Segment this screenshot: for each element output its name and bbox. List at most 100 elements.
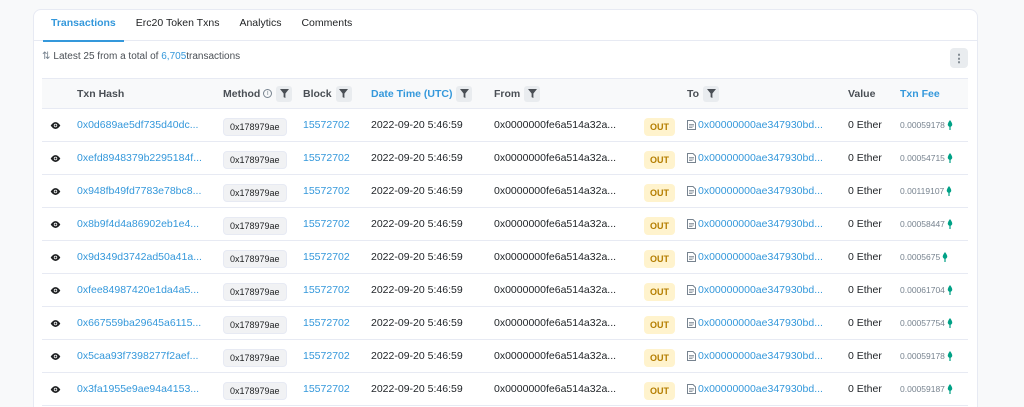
- row-hash-cell: 0x5caa93f7398277f2aef...: [74, 339, 220, 373]
- out-badge: OUT: [644, 381, 675, 400]
- to-address-link[interactable]: 0x00000000ae347930bd...: [698, 251, 823, 263]
- summary-count-link[interactable]: 6,705: [161, 51, 186, 62]
- to-address-link[interactable]: 0x00000000ae347930bd...: [698, 185, 823, 197]
- contract-doc-icon: [687, 384, 696, 394]
- txn-hash-link[interactable]: 0x5caa93f7398277f2aef...: [77, 350, 198, 362]
- row-from-cell: 0x0000000fe6a514a32a...: [491, 339, 641, 373]
- out-badge: OUT: [644, 216, 675, 235]
- row-fee-cell: 0.00059178: [897, 339, 968, 373]
- view-details-button[interactable]: [45, 181, 65, 201]
- method-badge: 0x178979ae: [223, 250, 287, 268]
- row-method-cell: 0x178979ae: [220, 273, 300, 307]
- contract-doc-icon: [687, 318, 696, 328]
- header-datetime-label[interactable]: Date Time (UTC): [371, 87, 452, 99]
- block-link[interactable]: 15572702: [303, 185, 350, 197]
- txn-hash-link[interactable]: 0x667559ba29645a6115...: [77, 317, 201, 329]
- txn-hash-link[interactable]: 0x9d349d3742ad50a41a...: [77, 251, 202, 263]
- block-filter-button[interactable]: [335, 85, 352, 102]
- block-link[interactable]: 15572702: [303, 383, 350, 395]
- tab-transactions[interactable]: Transactions: [43, 10, 124, 42]
- view-details-button[interactable]: [45, 148, 65, 168]
- summary-prefix: Latest 25 from a total of: [53, 51, 159, 62]
- method-badge: 0x178979ae: [223, 382, 287, 400]
- row-from-cell: 0x0000000fe6a514a32a...: [491, 240, 641, 274]
- row-method-cell: 0x178979ae: [220, 306, 300, 340]
- header-txn-fee[interactable]: Txn Fee: [897, 78, 968, 109]
- view-details-button[interactable]: [45, 214, 65, 234]
- row-block-cell: 15572702: [300, 273, 368, 307]
- view-details-button[interactable]: [45, 379, 65, 399]
- header-from: From: [491, 78, 641, 109]
- block-link[interactable]: 15572702: [303, 119, 350, 131]
- to-address-link[interactable]: 0x00000000ae347930bd...: [698, 284, 823, 296]
- contract-doc-icon: [687, 153, 696, 163]
- block-link[interactable]: 15572702: [303, 251, 350, 263]
- row-fee-cell: 0.00061704: [897, 273, 968, 307]
- contract-doc-icon: [687, 285, 696, 295]
- to-address-link[interactable]: 0x00000000ae347930bd...: [698, 317, 823, 329]
- view-details-button[interactable]: [45, 313, 65, 333]
- out-badge: OUT: [644, 282, 675, 301]
- out-badge: OUT: [644, 150, 675, 169]
- filter-icon: [279, 89, 289, 98]
- from-filter-button[interactable]: [524, 85, 541, 102]
- to-filter-button[interactable]: [703, 85, 720, 102]
- out-badge: OUT: [644, 249, 675, 268]
- block-link[interactable]: 15572702: [303, 152, 350, 164]
- row-value-cell: 0 Ether: [845, 141, 897, 175]
- row-eye-cell: [42, 108, 74, 142]
- sort-icon: ⇅: [42, 51, 51, 62]
- table-row: 0x3fa1955e9ae94a4153... 0x178979ae 15572…: [42, 372, 968, 406]
- filter-icon: [706, 89, 716, 98]
- row-fee-cell: 0.00059178: [897, 108, 968, 142]
- eye-icon: [50, 220, 60, 228]
- contract-doc-icon: [687, 219, 696, 229]
- to-address-link[interactable]: 0x00000000ae347930bd...: [698, 119, 823, 131]
- txn-fee-value: 0.00058447: [900, 219, 945, 229]
- row-eye-cell: [42, 273, 74, 307]
- txn-fee-value: 0.00059187: [900, 384, 945, 394]
- to-address-link[interactable]: 0x00000000ae347930bd...: [698, 218, 823, 230]
- row-eye-cell: [42, 306, 74, 340]
- row-fee-cell: 0.00058447: [897, 207, 968, 241]
- method-filter-button[interactable]: [276, 85, 293, 102]
- row-time-cell: 2022-09-20 5:46:59: [368, 207, 491, 241]
- txn-hash-link[interactable]: 0xfee84987420e1da4a5...: [77, 284, 199, 296]
- view-details-button[interactable]: [45, 280, 65, 300]
- txn-hash-link[interactable]: 0x948fb49fd7783e78bc8...: [77, 185, 201, 197]
- tab-erc20-token-txns[interactable]: Erc20 Token Txns: [128, 10, 228, 41]
- row-to-cell: 0x00000000ae347930bd...: [684, 174, 845, 208]
- row-time-cell: 2022-09-20 5:46:59: [368, 306, 491, 340]
- view-details-button[interactable]: [45, 346, 65, 366]
- row-from-cell: 0x0000000fe6a514a32a...: [491, 174, 641, 208]
- view-details-button[interactable]: [45, 115, 65, 135]
- more-vertical-icon: ⋮: [953, 52, 965, 65]
- txn-hash-link[interactable]: 0x0d689ae5df735d40dc...: [77, 119, 198, 131]
- contract-doc-icon: [687, 186, 696, 196]
- to-address-link[interactable]: 0x00000000ae347930bd...: [698, 383, 823, 395]
- tab-comments[interactable]: Comments: [293, 10, 360, 41]
- summary-suffix: transactions: [186, 51, 241, 62]
- view-details-button[interactable]: [45, 247, 65, 267]
- row-hash-cell: 0x8b9f4d4a86902eb1e4...: [74, 207, 220, 241]
- txn-hash-link[interactable]: 0x3fa1955e9ae94a4153...: [77, 383, 199, 395]
- row-block-cell: 15572702: [300, 108, 368, 142]
- datetime-filter-button[interactable]: [456, 85, 473, 102]
- block-link[interactable]: 15572702: [303, 218, 350, 230]
- gas-icon: [947, 384, 953, 394]
- table-row: 0x8b9f4d4a86902eb1e4... 0x178979ae 15572…: [42, 207, 968, 241]
- block-link[interactable]: 15572702: [303, 317, 350, 329]
- tab-analytics[interactable]: Analytics: [231, 10, 289, 41]
- row-direction-cell: OUT: [641, 339, 684, 373]
- block-link[interactable]: 15572702: [303, 284, 350, 296]
- txn-hash-link[interactable]: 0xefd8948379b2295184f...: [77, 152, 202, 164]
- to-address-link[interactable]: 0x00000000ae347930bd...: [698, 152, 823, 164]
- block-link[interactable]: 15572702: [303, 350, 350, 362]
- info-icon[interactable]: i: [263, 89, 273, 98]
- to-address-link[interactable]: 0x00000000ae347930bd...: [698, 350, 823, 362]
- eye-icon: [50, 187, 60, 195]
- gas-icon: [947, 186, 952, 196]
- filter-icon: [527, 89, 537, 98]
- txn-hash-link[interactable]: 0x8b9f4d4a86902eb1e4...: [77, 218, 199, 230]
- more-options-button[interactable]: ⋮: [950, 48, 968, 68]
